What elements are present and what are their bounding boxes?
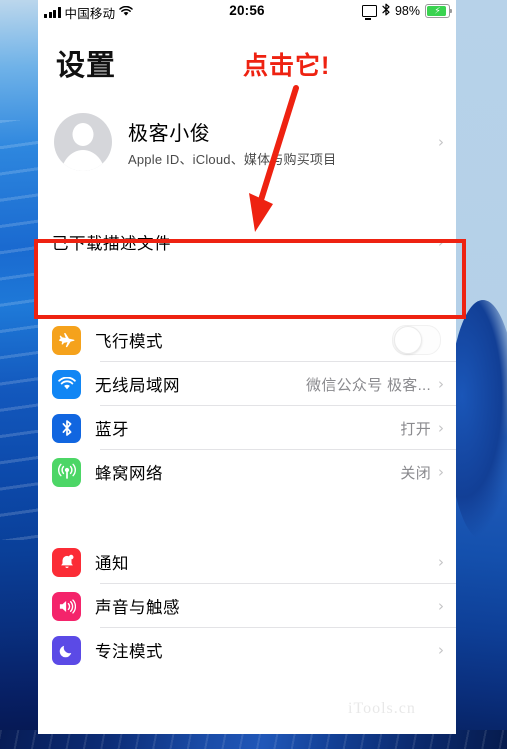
settings-row-value: 关闭 xyxy=(400,464,431,482)
avatar-placeholder-icon xyxy=(54,113,112,171)
annotation-text: 点击它! xyxy=(243,52,331,80)
group-gap xyxy=(38,494,456,530)
chevron-right-icon: › xyxy=(438,132,444,151)
notifications-group: 通知 › 声音与触感 › 专注模式 › xyxy=(38,540,456,672)
settings-row-airplane[interactable]: 飞行模式 xyxy=(38,318,456,362)
screen-mirroring-icon xyxy=(361,5,377,20)
avatar-body xyxy=(61,150,105,171)
status-bar-right: 98% ⚡ xyxy=(361,3,452,20)
settings-row-wifi[interactable]: 无线局域网 微信公众号 极客... › xyxy=(38,362,456,406)
settings-row-label: 声音与触感 xyxy=(95,599,180,617)
phone-screenshot-pane: 中国移动 20:56 98% ⚡ 设置 极客小俊 Apple ID、iCloud… xyxy=(38,0,456,734)
settings-row-label: 蓝牙 xyxy=(95,421,129,439)
chevron-right-icon: › xyxy=(438,552,444,571)
battery-bolt-icon: ⚡ xyxy=(434,5,441,16)
settings-row-sounds[interactable]: 声音与触感 › xyxy=(38,584,456,628)
cellular-icon-svg xyxy=(57,463,76,479)
wifi-icon-svg xyxy=(57,377,76,390)
speaker-icon xyxy=(52,591,81,621)
connectivity-group: 飞行模式 无线局域网 微信公众号 极客... › 蓝牙 打开 › 蜂窝网络 关闭… xyxy=(38,318,456,494)
settings-row-bluetooth[interactable]: 蓝牙 打开 › xyxy=(38,406,456,450)
battery-percent-label: 98% xyxy=(394,4,420,18)
chevron-right-icon: › xyxy=(438,418,444,437)
downloaded-profile-label: 已下载描述文件 xyxy=(52,235,171,253)
settings-row-label: 飞行模式 xyxy=(95,333,163,351)
battery-charging-icon: ⚡ xyxy=(425,4,452,18)
chevron-right-icon: › xyxy=(438,640,444,659)
settings-row-label: 蜂窝网络 xyxy=(95,465,163,483)
moon-icon-svg xyxy=(59,645,72,657)
bell-icon-svg xyxy=(60,554,73,569)
airplane-mode-toggle[interactable] xyxy=(392,325,441,355)
profile-group: 已下载描述文件 › xyxy=(38,212,456,272)
screenshot-root: 中国移动 20:56 98% ⚡ 设置 极客小俊 Apple ID、iCloud… xyxy=(0,0,507,749)
group-gap xyxy=(38,184,456,202)
moon-icon xyxy=(52,635,81,665)
settings-row-value: 打开 xyxy=(400,420,431,438)
bluetooth-icon xyxy=(382,3,390,19)
settings-row-value: 微信公众号 极客... xyxy=(306,376,431,394)
settings-row-label: 专注模式 xyxy=(95,643,163,661)
wallpaper-right-strip xyxy=(448,0,507,749)
cellular-icon xyxy=(52,457,81,487)
chevron-right-icon: › xyxy=(438,596,444,615)
chevron-right-icon: › xyxy=(438,232,444,251)
settings-row-focus[interactable]: 专注模式 › xyxy=(38,628,456,672)
settings-row-notifications[interactable]: 通知 › xyxy=(38,540,456,584)
airplane-icon-svg xyxy=(58,332,75,347)
chevron-right-icon: › xyxy=(438,374,444,393)
status-bar: 中国移动 20:56 98% ⚡ xyxy=(38,0,456,26)
wallpaper-left-strip xyxy=(0,0,40,749)
account-name: 极客小俊 xyxy=(128,122,211,145)
toggle-knob xyxy=(394,326,422,354)
bluetooth-icon xyxy=(52,413,81,443)
settings-row-label: 无线局域网 xyxy=(95,377,180,395)
settings-row-cellular[interactable]: 蜂窝网络 关闭 › xyxy=(38,450,456,494)
account-text-block: 极客小俊 Apple ID、iCloud、媒体与购买项目 xyxy=(128,117,336,168)
avatar-head xyxy=(72,123,94,146)
downloaded-profile-row[interactable]: 已下载描述文件 › xyxy=(38,212,456,272)
bluetooth-icon-svg xyxy=(62,420,71,436)
account-group: 极客小俊 Apple ID、iCloud、媒体与购买项目 › xyxy=(38,100,456,184)
settings-row-label: 通知 xyxy=(95,555,129,573)
account-subtitle: Apple ID、iCloud、媒体与购买项目 xyxy=(128,151,337,167)
airplane-icon xyxy=(52,325,81,355)
chevron-right-icon: › xyxy=(438,462,444,481)
wifi-icon xyxy=(52,369,81,399)
bluetooth-icon-svg xyxy=(382,3,390,16)
group-gap xyxy=(38,272,456,308)
apple-id-row[interactable]: 极客小俊 Apple ID、iCloud、媒体与购买项目 › xyxy=(38,100,456,184)
bell-icon xyxy=(52,547,81,577)
speaker-icon-svg xyxy=(59,598,76,614)
